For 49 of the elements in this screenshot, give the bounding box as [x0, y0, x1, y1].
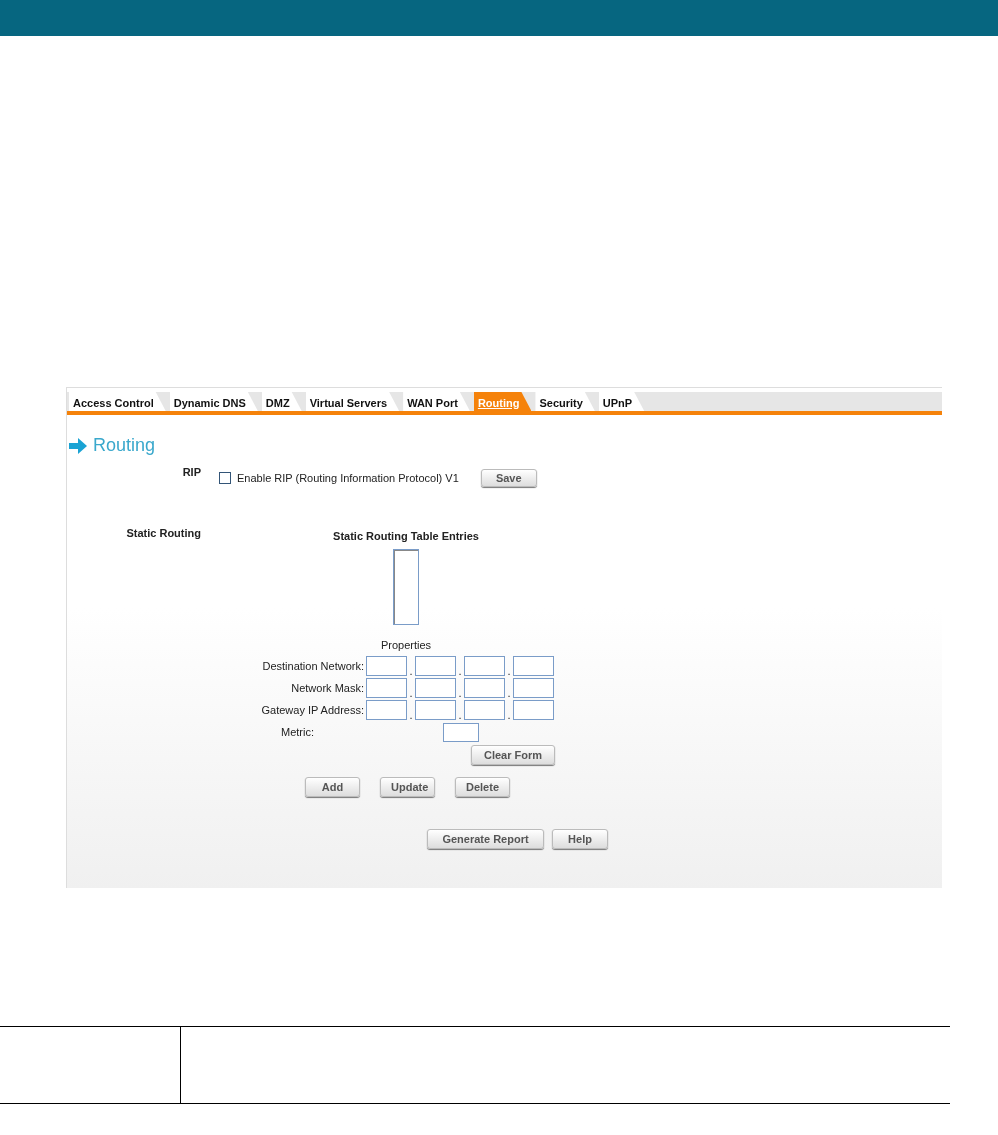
checkbox-label: Enable RIP (Routing Information Protocol) V1 — [237, 472, 459, 484]
separator: . — [506, 665, 512, 677]
section-label: RIP — [181, 466, 201, 478]
tab[interactable]: DMZ — [261, 392, 302, 411]
ip-octet-field[interactable] — [366, 656, 407, 676]
report-button[interactable]: Generate Report — [427, 829, 544, 849]
ip-octet-field[interactable] — [415, 700, 456, 720]
field-label: Destination Network: — [261, 660, 365, 672]
tab[interactable]: Virtual Servers — [305, 392, 400, 411]
tab[interactable]: Access Control — [69, 392, 166, 411]
clear-form-button[interactable]: Clear Form — [471, 745, 555, 765]
separator: . — [506, 709, 512, 721]
ip-octet-field[interactable] — [415, 656, 456, 676]
separator: . — [457, 665, 463, 677]
entries-list[interactable] — [393, 549, 419, 625]
page-heading: Routing — [93, 435, 156, 456]
field-label: Gateway IP Address: — [260, 704, 365, 716]
metric-field[interactable] — [443, 722, 479, 742]
properties-title: Properties — [380, 639, 432, 651]
ip-octet-field[interactable] — [464, 656, 505, 676]
tab[interactable]: WAN Port — [403, 392, 470, 411]
field-label: Network Mask: — [290, 682, 365, 694]
ip-octet-field[interactable] — [366, 678, 407, 698]
separator: . — [408, 709, 414, 721]
tab[interactable]: Security — [535, 392, 595, 411]
save-button[interactable]: Save — [480, 469, 537, 487]
tab[interactable]: Dynamic DNS — [169, 392, 258, 411]
ip-octet-field[interactable] — [415, 678, 456, 698]
help-button[interactable]: Help — [552, 829, 608, 849]
action-button[interactable]: Update — [380, 777, 435, 797]
arrow-icon — [69, 437, 87, 454]
field-label: Metric: — [280, 726, 315, 738]
table-title: Static Routing Table Entries — [333, 530, 479, 542]
separator: . — [408, 665, 414, 677]
action-button[interactable]: Delete — [455, 777, 510, 797]
separator: . — [457, 687, 463, 699]
separator: . — [506, 687, 512, 699]
separator: . — [408, 687, 414, 699]
separator: . — [457, 709, 463, 721]
ip-octet-field[interactable] — [513, 656, 554, 676]
tab[interactable]: UPnP — [598, 392, 645, 411]
ip-octet-field[interactable] — [366, 700, 407, 720]
ip-octet-field[interactable] — [513, 700, 554, 720]
section-label: Static Routing — [125, 527, 201, 539]
ip-octet-field[interactable] — [464, 700, 505, 720]
ip-octet-field[interactable] — [464, 678, 505, 698]
checkbox[interactable] — [219, 472, 231, 484]
ip-octet-field[interactable] — [513, 678, 554, 698]
action-button[interactable]: Add — [305, 777, 360, 797]
